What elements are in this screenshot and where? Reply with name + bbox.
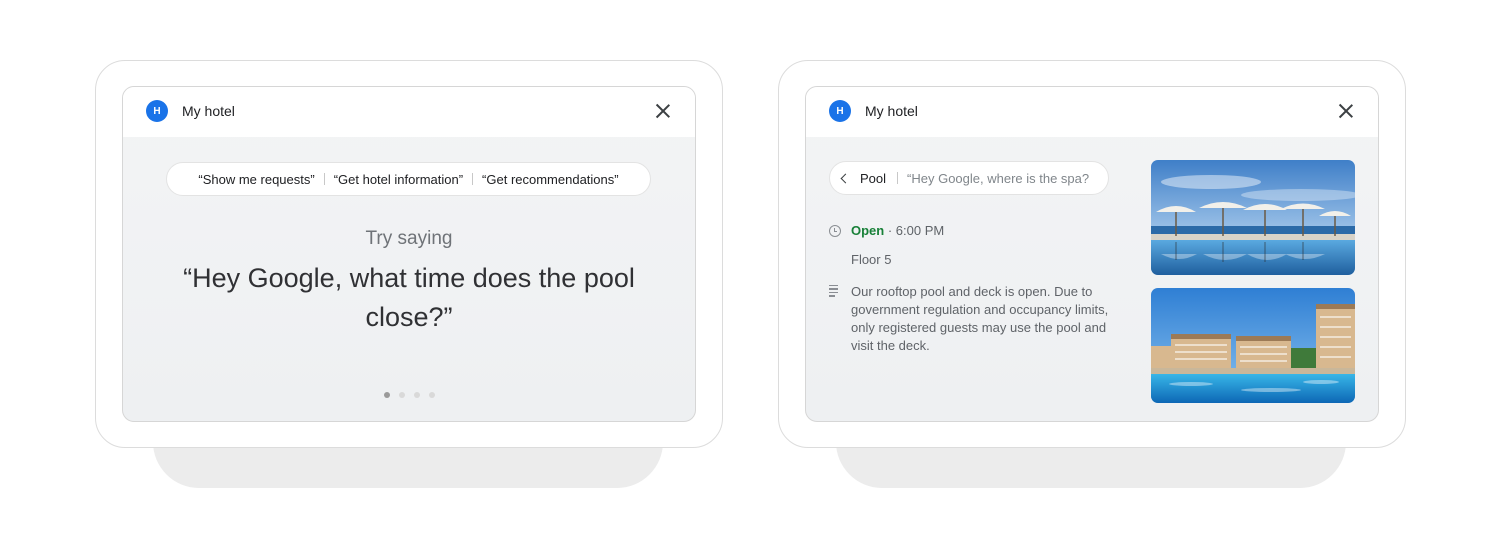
chip-hotel-information[interactable]: “Get hotel information”	[325, 172, 472, 187]
chip-recommendations[interactable]: “Get recommendations”	[473, 172, 628, 187]
description-icon	[829, 285, 838, 299]
suggestion-chips: “Show me requests” “Get hotel informatio…	[166, 162, 651, 196]
page-dot[interactable]	[398, 392, 405, 398]
top-bar: H My hotel	[123, 87, 695, 137]
pool-label: Pool	[860, 170, 887, 186]
try-saying-label: Try saying	[365, 228, 453, 249]
device-screen: H My hotel “Show me requests” “Get hotel…	[122, 86, 696, 422]
pagination-dots	[123, 392, 695, 398]
resort-pool-photo[interactable]	[1151, 288, 1355, 403]
description-row: Our rooftop pool and deck is open. Due t…	[829, 283, 1119, 363]
pool-umbrellas-photo[interactable]	[1151, 160, 1355, 275]
clock-icon	[829, 225, 841, 237]
closing-time: · 6:00 PM	[884, 223, 945, 238]
device-screen: H My hotel Pool “Hey Google, where is th…	[805, 86, 1379, 422]
open-status: Open	[851, 223, 885, 238]
close-icon[interactable]	[1334, 99, 1358, 123]
smart-display-right: H My hotel Pool “Hey Google, where is th…	[778, 60, 1406, 490]
hotel-avatar: H	[146, 100, 168, 122]
chevron-left-icon	[840, 173, 851, 183]
page-dot[interactable]	[413, 392, 420, 398]
hotel-title: My hotel	[182, 103, 235, 119]
chip-show-requests[interactable]: “Show me requests”	[189, 172, 323, 187]
floor-label: Floor 5	[851, 252, 892, 267]
chip-divider	[897, 172, 899, 184]
close-icon[interactable]	[651, 99, 675, 123]
top-bar: H My hotel	[806, 87, 1378, 137]
pool-chip: Pool “Hey Google, where is the spa?	[829, 161, 1109, 195]
hotel-avatar: H	[829, 100, 851, 122]
hotel-title: My hotel	[865, 103, 918, 119]
page-dot[interactable]	[383, 392, 390, 398]
page-dot[interactable]	[428, 392, 435, 398]
back-button[interactable]: Pool	[830, 171, 886, 186]
hours-text: Open · 6:00 PM	[851, 223, 944, 238]
pool-description: Our rooftop pool and deck is open. Due t…	[851, 284, 1109, 353]
spa-hint-chip[interactable]: “Hey Google, where is the spa?	[907, 171, 1089, 186]
example-quote: “Hey Google, what time does the pool clo…	[183, 263, 635, 332]
smart-display-left: H My hotel “Show me requests” “Get hotel…	[95, 60, 723, 490]
